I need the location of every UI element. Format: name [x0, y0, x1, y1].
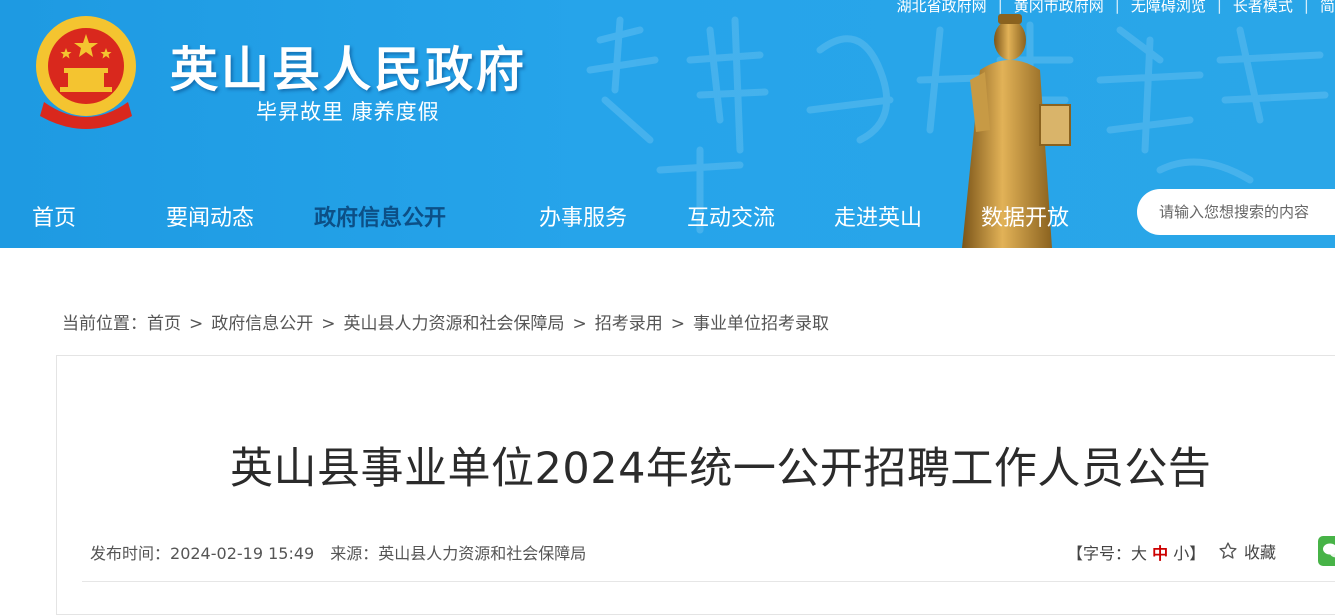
search-input[interactable] — [1137, 203, 1335, 221]
breadcrumb-separator: > — [670, 314, 685, 334]
breadcrumb-separator: > — [189, 314, 204, 334]
breadcrumb-home[interactable]: 首页 — [147, 314, 181, 334]
star-icon — [1219, 542, 1237, 559]
breadcrumb-label: 当前位置： — [62, 314, 147, 334]
nav-item-open-data[interactable]: 数据开放 — [981, 200, 1069, 232]
publish-time: 2024-02-19 15:49 — [170, 544, 315, 563]
main-nav: 首页 要闻动态 政府信息公开 办事服务 互动交流 走进英山 数据开放 — [0, 192, 1335, 238]
font-size-open: 【字号： — [1067, 544, 1132, 563]
source-value: 英山县人力资源和社会保障局 — [378, 544, 587, 563]
breadcrumb: 当前位置：首页 > 政府信息公开 > 英山县人力资源和社会保障局 > 招考录用 > 事业单位招考… — [62, 309, 829, 334]
font-size-large-button[interactable]: 大 — [1131, 544, 1147, 563]
site-title: 英山县人民政府 — [170, 42, 528, 98]
top-link-elder-mode[interactable]: 长者模式 — [1233, 0, 1293, 16]
breadcrumb-hr-bureau[interactable]: 英山县人力资源和社会保障局 — [344, 314, 565, 334]
nav-item-news[interactable]: 要闻动态 — [166, 200, 254, 232]
favorite-label: 收藏 — [1244, 543, 1277, 562]
source-label: 来源： — [330, 544, 379, 563]
top-link-accessibility[interactable]: 无障碍浏览 — [1131, 0, 1206, 16]
meta-divider — [82, 581, 1335, 582]
separator: | — [1216, 0, 1222, 14]
breadcrumb-separator: > — [321, 314, 336, 334]
breadcrumb-gov-info[interactable]: 政府信息公开 — [211, 314, 313, 334]
breadcrumb-recruitment[interactable]: 招考录用 — [595, 314, 663, 334]
article-meta: 发布时间：2024-02-19 15:49 来源：英山县人力资源和社会保障局 — [90, 540, 586, 564]
search-box — [1137, 189, 1335, 235]
nav-item-about[interactable]: 走进英山 — [834, 200, 922, 232]
nav-item-gov-info[interactable]: 政府信息公开 — [314, 200, 446, 232]
nav-item-services[interactable]: 办事服务 — [539, 200, 627, 232]
font-size-control: 【字号：大 中 小】 — [1067, 540, 1205, 564]
separator: | — [1114, 0, 1120, 14]
font-size-small-button[interactable]: 小 — [1173, 544, 1189, 563]
nav-item-home[interactable]: 首页 — [32, 200, 76, 232]
national-emblem-icon — [36, 16, 136, 129]
article-title: 英山县事业单位2024年统一公开招聘工作人员公告 — [230, 444, 1212, 494]
wechat-icon — [1323, 543, 1335, 558]
breadcrumb-separator: > — [572, 314, 587, 334]
font-size-medium-button[interactable]: 中 — [1152, 544, 1168, 563]
site-slogan: 毕昇故里 康养度假 — [256, 100, 440, 124]
top-link-simplified[interactable]: 简 — [1320, 0, 1335, 16]
favorite-button[interactable]: 收藏 — [1218, 539, 1276, 563]
publish-time-label: 发布时间： — [90, 544, 171, 563]
nav-item-interaction[interactable]: 互动交流 — [687, 200, 775, 232]
wechat-share-icon[interactable] — [1318, 536, 1335, 566]
separator: | — [1303, 0, 1309, 14]
breadcrumb-current[interactable]: 事业单位招考录取 — [693, 314, 829, 334]
site-header: 湖北省政府网 | 黄冈市政府网 | 无障碍浏览 | 长者模式 | 简 英山县人民… — [0, 0, 1335, 248]
font-size-close: 】 — [1189, 544, 1206, 563]
